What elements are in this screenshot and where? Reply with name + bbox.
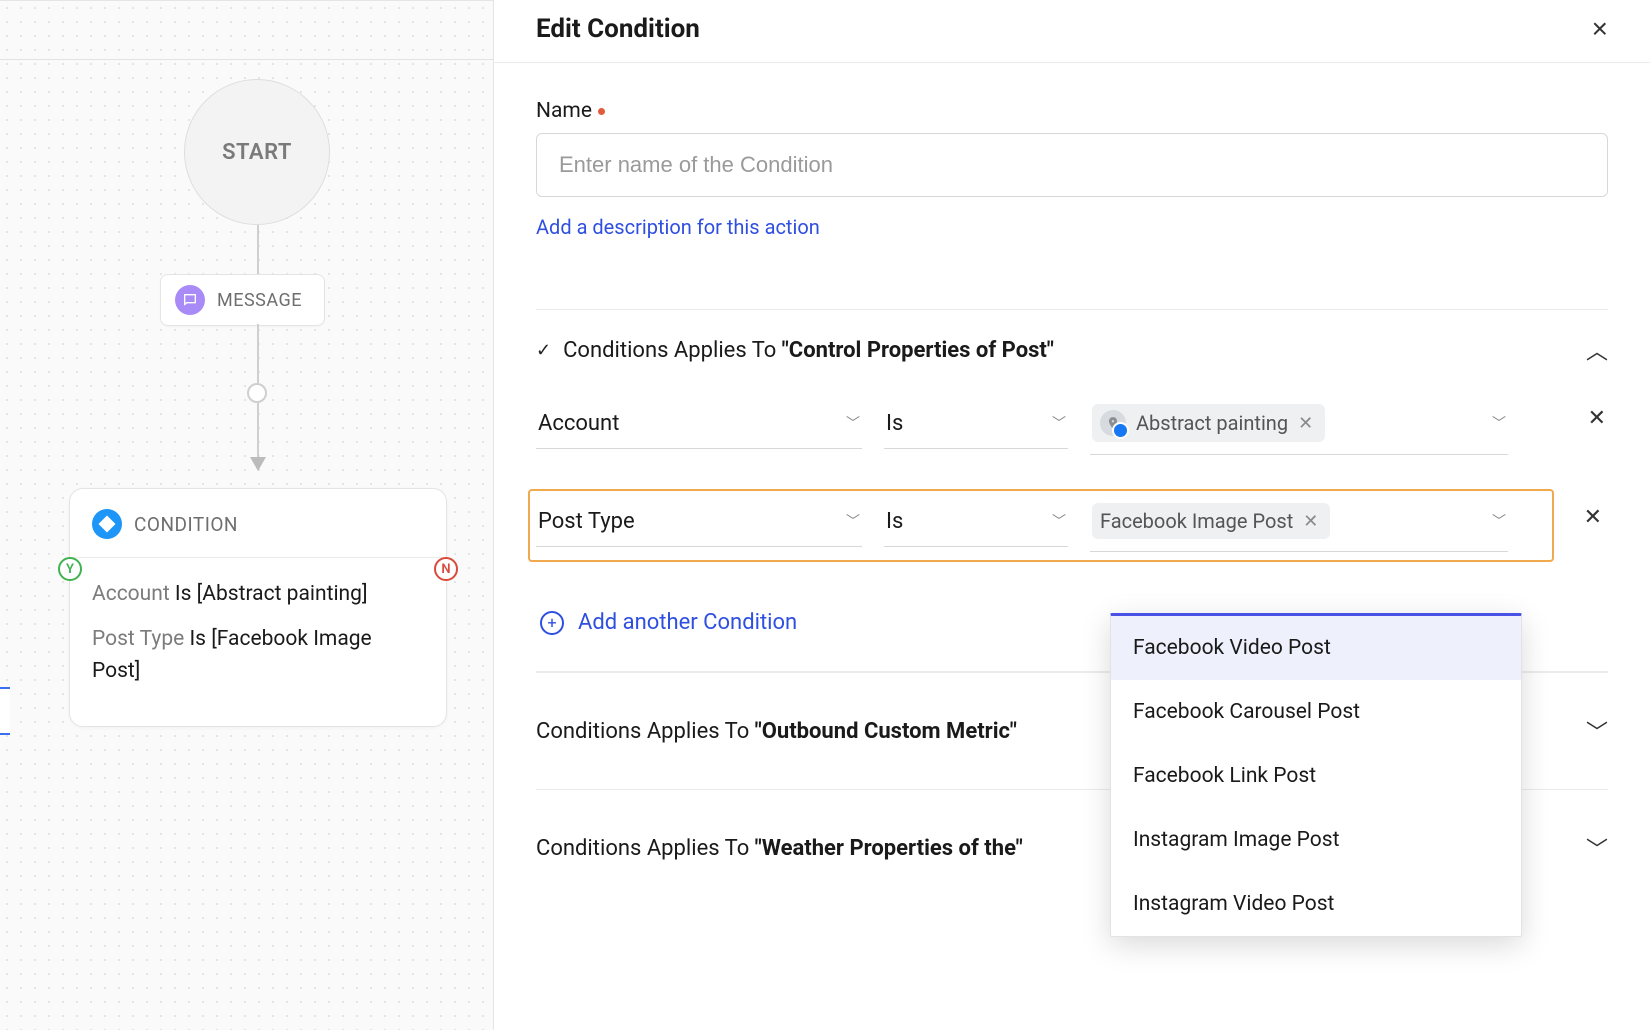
chip-label: Abstract painting	[1136, 411, 1288, 435]
post-type-dropdown[interactable]: Facebook Video Post Facebook Carousel Po…	[1110, 613, 1522, 937]
condition-body: Account Is [Abstract painting] Post Type…	[70, 558, 446, 726]
value-select[interactable]: Facebook Image Post ✕ ﹀	[1090, 495, 1508, 552]
name-label: Name	[536, 99, 1608, 123]
check-icon: ✓	[536, 340, 551, 361]
dropdown-option[interactable]: Instagram Video Post	[1111, 872, 1521, 936]
condition-title: CONDITION	[134, 513, 238, 536]
start-label: START	[222, 140, 292, 165]
value-chip: Abstract painting ✕	[1092, 404, 1325, 442]
condition-row: Account ﹀ Is ﹀ Abstract painting	[536, 396, 1552, 455]
yes-badge[interactable]: Y	[58, 557, 82, 581]
dropdown-option[interactable]: Facebook Link Post	[1111, 744, 1521, 808]
message-label: MESSAGE	[217, 290, 302, 311]
section-title: Conditions Applies To "Outbound Custom M…	[536, 719, 1017, 744]
operator-value: Is	[886, 509, 903, 534]
panel-title: Edit Condition	[536, 14, 700, 44]
chevron-down-icon: ﹀	[846, 511, 860, 531]
condition-name-input[interactable]	[536, 133, 1608, 197]
chevron-down-icon: ﹀	[1586, 832, 1608, 864]
workflow-canvas[interactable]: START MESSAGE CONDITION Account Is [Abst…	[0, 0, 494, 1030]
close-button[interactable]: ×	[1592, 15, 1608, 43]
remove-condition-button[interactable]: ✕	[1584, 505, 1602, 530]
chevron-down-icon: ﹀	[1492, 511, 1506, 531]
chip-remove-icon[interactable]: ✕	[1298, 413, 1313, 434]
no-badge[interactable]: N	[434, 557, 458, 581]
message-node[interactable]: MESSAGE	[160, 274, 325, 326]
operator-select[interactable]: Is ﹀	[884, 403, 1068, 449]
condition-header: CONDITION	[70, 489, 446, 558]
message-icon	[175, 285, 205, 315]
chevron-down-icon: ﹀	[1586, 715, 1608, 747]
field-value: Post Type	[538, 509, 635, 534]
dropdown-option[interactable]: Facebook Carousel Post	[1111, 680, 1521, 744]
chevron-up-icon: ︿	[1586, 334, 1608, 366]
field-value: Account	[538, 411, 619, 436]
field-select[interactable]: Post Type ﹀	[536, 501, 862, 547]
value-select[interactable]: Abstract painting ✕ ﹀	[1090, 396, 1508, 455]
condition-row: Post Type ﹀ Is ﹀ Facebook Image Post ✕ ﹀	[530, 491, 1552, 560]
account-avatar-icon	[1100, 410, 1126, 436]
add-condition-label: Add another Condition	[578, 610, 797, 635]
field-select[interactable]: Account ﹀	[536, 403, 862, 449]
start-node[interactable]: START	[184, 79, 330, 225]
condition-icon	[92, 509, 122, 539]
operator-value: Is	[886, 411, 903, 436]
required-indicator	[598, 108, 605, 115]
chip-label: Facebook Image Post	[1100, 509, 1293, 533]
arrow-down-icon	[250, 457, 266, 471]
value-chip: Facebook Image Post ✕	[1092, 503, 1330, 539]
condition-summary-line: Post Type Is [Facebook Image Post]	[92, 623, 424, 688]
dropdown-option[interactable]: Instagram Image Post	[1111, 808, 1521, 872]
chevron-down-icon: ﹀	[1052, 511, 1066, 531]
panel-header: Edit Condition ×	[494, 0, 1650, 63]
operator-select[interactable]: Is ﹀	[884, 501, 1068, 547]
section-title: Conditions Applies To "Control Propertie…	[563, 338, 1054, 363]
section-title: Conditions Applies To "Weather Propertie…	[536, 836, 1023, 861]
connector	[257, 403, 259, 459]
canvas-divider	[0, 59, 494, 60]
dropdown-option[interactable]: Facebook Video Post	[1111, 616, 1521, 680]
remove-condition-button[interactable]: ✕	[1588, 406, 1606, 431]
add-description-link[interactable]: Add a description for this action	[536, 215, 820, 239]
section-header[interactable]: ✓ Conditions Applies To "Control Propert…	[536, 334, 1608, 366]
chevron-down-icon: ﹀	[1052, 413, 1066, 433]
canvas-edge-node[interactable]	[0, 687, 10, 735]
condition-node[interactable]: CONDITION Account Is [Abstract painting]…	[69, 488, 447, 727]
condition-summary-line: Account Is [Abstract painting]	[92, 578, 424, 611]
connector	[257, 225, 259, 274]
chip-remove-icon[interactable]: ✕	[1303, 511, 1318, 532]
chevron-down-icon: ﹀	[846, 413, 860, 433]
plus-icon: +	[540, 611, 564, 635]
connector	[257, 324, 259, 383]
flow-handle[interactable]	[247, 383, 267, 403]
chevron-down-icon: ﹀	[1492, 413, 1506, 433]
